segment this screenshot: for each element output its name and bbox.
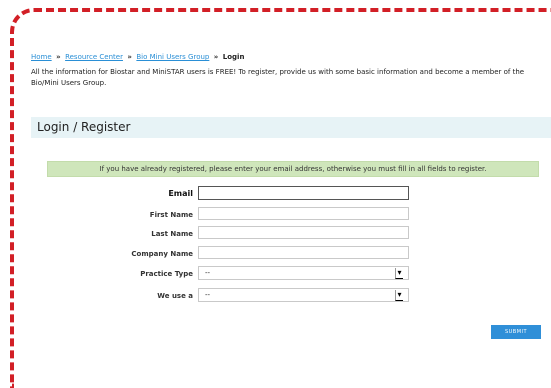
intro-text: All the information for Biostar and Mini… [31,68,525,87]
breadcrumb-link-users-group[interactable]: Bio Mini Users Group [136,53,209,61]
we-use-select[interactable]: -- ▾ [198,288,409,302]
first-name-label: First Name [149,211,193,219]
breadcrumb-separator: » [213,53,219,61]
page-title: Login / Register [37,120,131,134]
we-use-value: -- [205,291,211,299]
last-name-label: Last Name [151,230,193,238]
last-name-row: Last Name [31,226,551,242]
breadcrumb-separator: » [127,53,132,61]
we-use-row: We use a -- ▾ [31,288,551,304]
notice-banner: If you have already registered, please e… [47,161,539,177]
company-name-field[interactable] [198,246,409,259]
breadcrumb: Home » Resource Center » Bio Mini Users … [31,53,244,61]
we-use-label: We use a [157,292,193,300]
practice-type-label: Practice Type [140,270,193,278]
breadcrumb-link-home[interactable]: Home [31,53,52,61]
last-name-field[interactable] [198,226,409,239]
practice-type-value: -- [205,269,211,277]
email-label: Email [168,189,193,198]
email-field[interactable] [198,186,409,200]
first-name-row: First Name [31,207,551,223]
email-row: Email [31,186,551,202]
breadcrumb-current: Login [222,53,245,61]
submit-button[interactable]: SUBMIT [491,325,541,339]
practice-type-select[interactable]: -- ▾ [198,266,409,280]
section-header: Login / Register [31,117,551,138]
breadcrumb-link-resource-center[interactable]: Resource Center [65,53,123,61]
practice-type-row: Practice Type -- ▾ [31,266,551,282]
dropdown-arrow-icon: ▾ [395,268,403,279]
company-row: Company Name [31,246,551,262]
breadcrumb-separator: » [56,53,61,61]
dropdown-arrow-icon: ▾ [395,290,403,301]
first-name-field[interactable] [198,207,409,220]
company-name-label: Company Name [131,250,193,258]
